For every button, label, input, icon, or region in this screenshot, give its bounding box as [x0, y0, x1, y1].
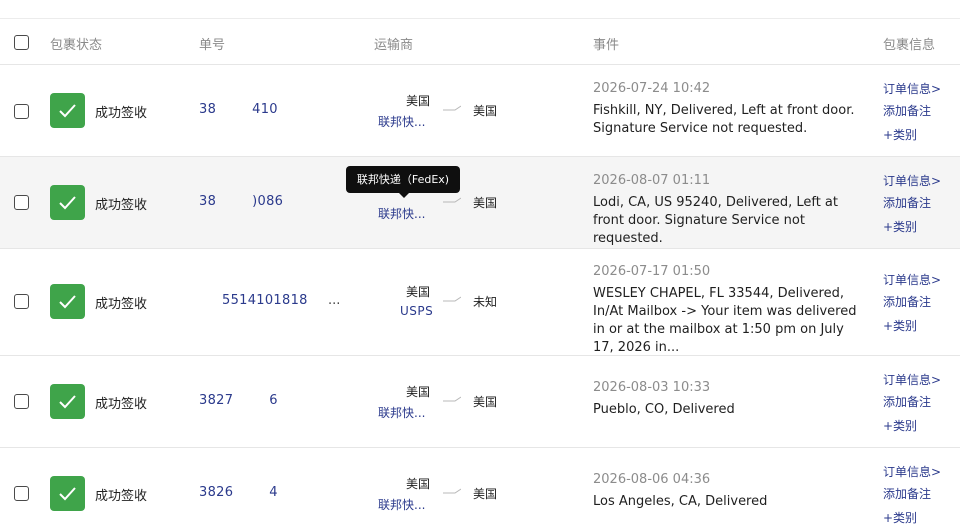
row-checkbox[interactable] [14, 394, 29, 409]
origin-country: 美国 [406, 94, 431, 108]
row-checkbox[interactable] [14, 294, 29, 309]
status-text: 成功签收 [95, 297, 148, 312]
tracking-ellipsis: ... [328, 293, 341, 308]
delivered-check-icon [50, 284, 85, 319]
delivered-check-icon [50, 384, 85, 419]
destination-country: 美国 [473, 104, 498, 118]
origin-country: 美国 [406, 385, 431, 399]
destination-country: 美国 [473, 196, 498, 210]
delivered-check-icon [50, 185, 85, 220]
add-note-link[interactable]: 添加备注 [883, 293, 931, 310]
event-time: 2026-08-07 01:11 [593, 173, 711, 188]
order-info-link[interactable]: 订单信息> [883, 463, 941, 480]
add-category-link[interactable]: +类别 [883, 509, 917, 526]
header-carrier: 运输商 [374, 38, 414, 53]
table-row[interactable]: 成功签收 38 410 美国 联邦快... 美国 2026-07-24 10:42… [0, 65, 960, 157]
route-arrow-icon [443, 396, 461, 402]
header-status: 包裹状态 [50, 38, 103, 53]
route-arrow-icon [443, 105, 461, 111]
shipment-table: 包裹状态 单号 运输商 事件 包裹信息 成功签收 38 410 美国 联邦快...… [0, 18, 960, 532]
header-tracking: 单号 [199, 38, 226, 53]
add-category-link[interactable]: +类别 [883, 218, 917, 235]
add-category-link[interactable]: +类别 [883, 317, 917, 334]
carrier-tooltip: 联邦快递（FedEx) [346, 166, 460, 198]
status-text: 成功签收 [95, 106, 148, 121]
event-time: 2026-07-24 10:42 [593, 81, 711, 96]
carrier-name[interactable]: USPS [400, 304, 433, 318]
order-info-link[interactable]: 订单信息> [883, 80, 941, 97]
tracking-number[interactable]: 38)086 [199, 194, 283, 209]
header-info: 包裹信息 [883, 38, 936, 53]
event-time: 2026-08-03 10:33 [593, 380, 711, 395]
event-description: Pueblo, CO, Delivered [593, 402, 735, 417]
add-note-link[interactable]: 添加备注 [883, 102, 931, 119]
route-arrow-icon [443, 296, 461, 302]
delivered-check-icon [50, 93, 85, 128]
add-note-link[interactable]: 添加备注 [883, 485, 931, 502]
add-note-link[interactable]: 添加备注 [883, 393, 931, 410]
origin-country: 美国 [406, 285, 431, 299]
header-event: 事件 [593, 38, 620, 53]
status-text: 成功签收 [95, 198, 148, 213]
table-row[interactable]: 成功签收 5514101818 ... 美国 USPS 未知 2026-07-1… [0, 249, 960, 356]
tracking-number[interactable]: 3826 4 [199, 485, 278, 500]
tracking-number[interactable]: 38 410 [199, 102, 278, 117]
order-info-link[interactable]: 订单信息> [883, 271, 941, 288]
carrier-name[interactable]: 联邦快... [378, 496, 425, 513]
carrier-name[interactable]: 联邦快... [378, 113, 425, 130]
table-row[interactable]: 成功签收 3826 4 美国 联邦快... 美国 2026-08-06 04:36… [0, 448, 960, 532]
route-arrow-icon [443, 197, 461, 203]
event-description: Lodi, CA, US 95240, Delivered, Left at f… [593, 195, 839, 246]
table-row[interactable]: 成功签收 3827 6 美国 联邦快... 美国 2026-08-03 10:33… [0, 356, 960, 448]
event-time: 2026-08-06 04:36 [593, 472, 711, 487]
destination-country: 美国 [473, 395, 498, 409]
order-info-link[interactable]: 订单信息> [883, 172, 941, 189]
select-all-checkbox[interactable] [14, 35, 29, 50]
add-category-link[interactable]: +类别 [883, 126, 917, 143]
tracking-number[interactable]: 5514101818 [222, 293, 308, 308]
carrier-name[interactable]: 联邦快... [378, 404, 425, 421]
add-category-link[interactable]: +类别 [883, 417, 917, 434]
destination-country: 美国 [473, 487, 498, 501]
event-time: 2026-07-17 01:50 [593, 264, 711, 279]
row-checkbox[interactable] [14, 195, 29, 210]
row-checkbox[interactable] [14, 486, 29, 501]
table-row[interactable]: 成功签收 38)086 联邦快... 美国 2026-08-07 01:11 L… [0, 157, 960, 249]
origin-country: 美国 [406, 477, 431, 491]
order-info-link[interactable]: 订单信息> [883, 371, 941, 388]
event-description: Los Angeles, CA, Delivered [593, 494, 768, 509]
status-text: 成功签收 [95, 397, 148, 412]
carrier-name[interactable]: 联邦快... [378, 205, 425, 222]
add-note-link[interactable]: 添加备注 [883, 194, 931, 211]
destination-country: 未知 [473, 295, 498, 309]
delivered-check-icon [50, 476, 85, 511]
event-description: Fishkill, NY, Delivered, Left at front d… [593, 103, 855, 136]
row-checkbox[interactable] [14, 104, 29, 119]
status-text: 成功签收 [95, 489, 148, 504]
route-arrow-icon [443, 488, 461, 494]
table-header: 包裹状态 单号 运输商 事件 包裹信息 [0, 19, 960, 65]
tracking-number[interactable]: 3827 6 [199, 393, 278, 408]
event-description: WESLEY CHAPEL, FL 33544, Delivered, In/A… [593, 286, 857, 355]
